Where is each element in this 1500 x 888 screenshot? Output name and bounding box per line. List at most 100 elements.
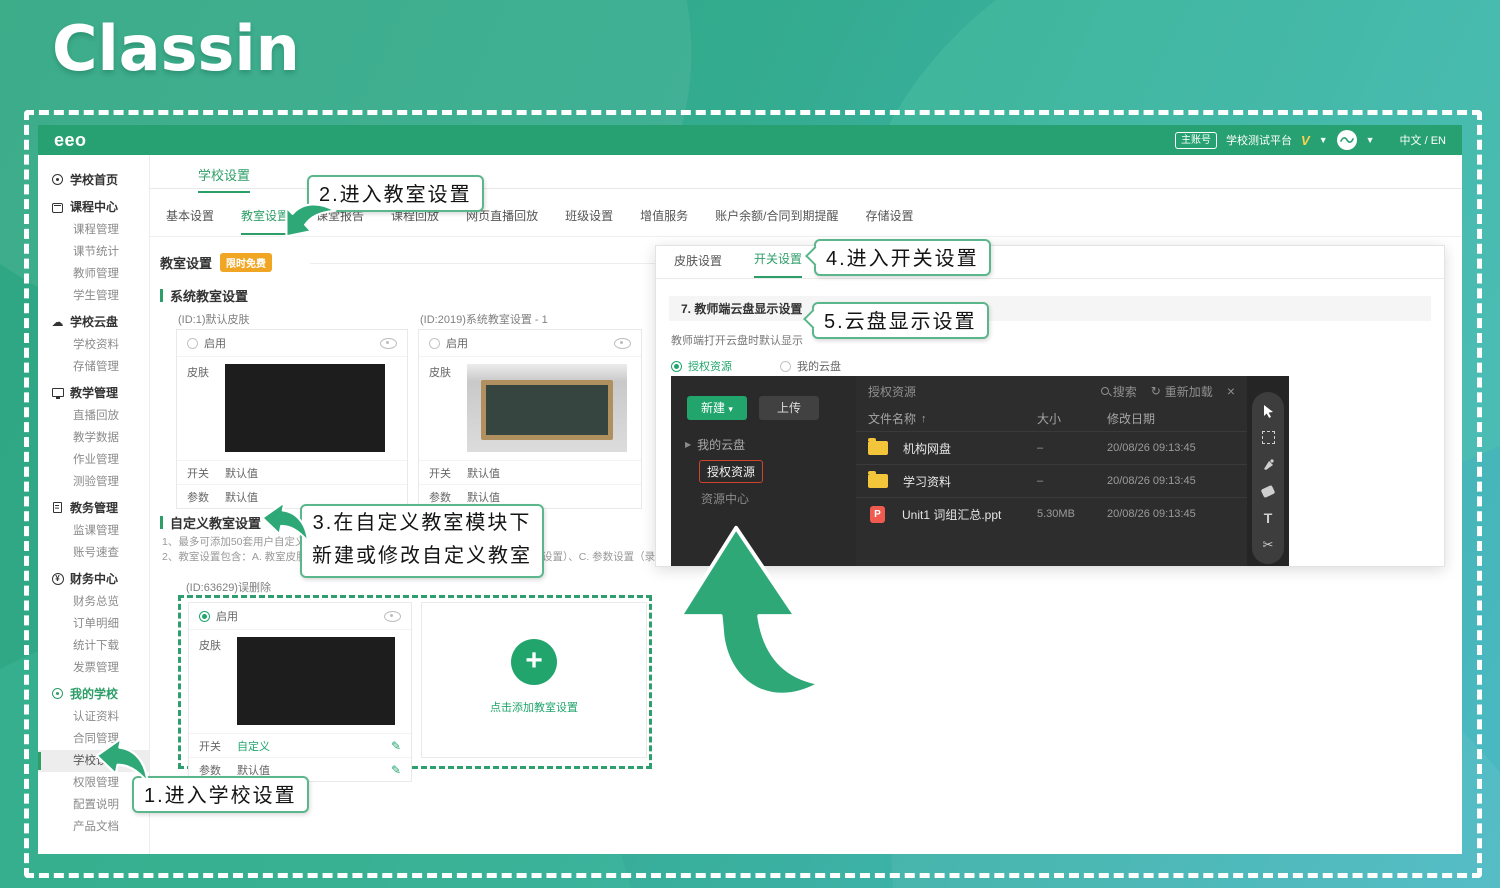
eraser-icon[interactable] bbox=[1260, 482, 1276, 500]
sidebar-group-school-cloud[interactable]: ☁ 学校云盘 bbox=[38, 309, 149, 334]
header-right: 主账号 学校测试平台 V ▼ ▼ 中文 / EN bbox=[1175, 130, 1446, 150]
sidebar-item-product-docs[interactable]: 产品文档 bbox=[38, 816, 149, 838]
sidebar-item-order-details[interactable]: 订单明细 bbox=[38, 613, 149, 635]
tab-value-added-services[interactable]: 增值服务 bbox=[640, 207, 688, 235]
chevron-down-icon[interactable]: ▼ bbox=[1319, 135, 1328, 145]
edit-pencil-icon[interactable]: ✎ bbox=[391, 763, 401, 777]
chevron-down-icon[interactable]: ▼ bbox=[1366, 135, 1375, 145]
sidebar-item-class-supervision[interactable]: 监课管理 bbox=[38, 520, 149, 542]
sidebar-item-finance-overview[interactable]: 财务总览 bbox=[38, 591, 149, 613]
cursor-icon[interactable] bbox=[1262, 402, 1275, 420]
add-classroom-card[interactable]: + 点击添加教室设置 bbox=[421, 602, 647, 758]
enable-radio-checked[interactable] bbox=[199, 610, 210, 622]
upload-button[interactable]: 上传 bbox=[759, 396, 819, 420]
tab-skin-settings[interactable]: 皮肤设置 bbox=[674, 252, 722, 278]
folder-icon bbox=[868, 471, 888, 488]
new-button[interactable]: 新建 ▾ bbox=[687, 396, 747, 420]
sidebar-item-quiz-management[interactable]: 测验管理 bbox=[38, 471, 149, 493]
school-name[interactable]: 学校测试平台 bbox=[1226, 132, 1292, 148]
sidebar-item-course-management[interactable]: 课程管理 bbox=[38, 219, 149, 241]
sidebar-item-teacher-management[interactable]: 教师管理 bbox=[38, 263, 149, 285]
switch-row: 开关 默认值 bbox=[419, 460, 641, 484]
sidebar-item-homework-management[interactable]: 作业管理 bbox=[38, 449, 149, 471]
browser-main: 授权资源 搜索 ↻ 重新加载 × 文件名称 ↑ 大小 修改日期 机构网盘 – 2… bbox=[856, 376, 1247, 566]
cloud-display-radios: 授权资源 我的云盘 bbox=[671, 358, 1444, 374]
classin-logo: Classin bbox=[52, 12, 300, 85]
calendar-icon bbox=[51, 200, 64, 213]
tree-item-authorized-resources[interactable]: 授权资源 bbox=[699, 460, 764, 483]
tab-switch-settings[interactable]: 开关设置 bbox=[754, 250, 803, 278]
sidebar-item-statistics-download[interactable]: 统计下载 bbox=[38, 635, 149, 657]
sidebar-group-teaching-management[interactable]: 教学管理 bbox=[38, 380, 149, 405]
browser-column-headers: 文件名称 ↑ 大小 修改日期 bbox=[856, 406, 1247, 431]
search-button[interactable]: 搜索 bbox=[1100, 383, 1137, 400]
sidebar-item-invoice-management[interactable]: 发票管理 bbox=[38, 657, 149, 679]
switch-row: 开关 自定义 ✎ bbox=[189, 733, 411, 757]
reload-icon: ↻ bbox=[1150, 384, 1161, 398]
radio-my-cloud[interactable]: 我的云盘 bbox=[780, 358, 841, 374]
sort-up-icon: ↑ bbox=[921, 412, 927, 425]
sidebar-group-finance-center[interactable]: ¥ 财务中心 bbox=[38, 566, 149, 591]
radio-authorized-resources[interactable]: 授权资源 bbox=[671, 358, 732, 374]
browser-panel-title: 授权资源 bbox=[868, 384, 917, 399]
file-row[interactable]: 学习资料 – 20/08/26 09:13:45 bbox=[856, 464, 1247, 497]
preview-eye-icon[interactable] bbox=[380, 337, 397, 349]
custom-note-2-cont: 设置）、C. 参数设置（录 bbox=[542, 551, 656, 563]
tutorial-canvas: Classin eeo 主账号 学校测试平台 V ▼ ▼ 中文 / EN 学校首… bbox=[0, 0, 1500, 888]
plus-icon[interactable]: + bbox=[511, 639, 557, 685]
callout-step-1: 1.进入学校设置 bbox=[132, 776, 309, 813]
sidebar-item-lesson-statistics[interactable]: 课节统计 bbox=[38, 241, 149, 263]
sidebar-item-school-home[interactable]: 学校首页 bbox=[38, 167, 149, 192]
tab-storage-settings[interactable]: 存储设置 bbox=[865, 207, 913, 235]
skin-preview-blackboard[interactable] bbox=[467, 364, 627, 452]
marquee-select-icon[interactable] bbox=[1261, 429, 1275, 447]
tree-expand-icon[interactable]: ▶ bbox=[685, 440, 691, 449]
sidebar-group-academic-management[interactable]: 教务管理 bbox=[38, 495, 149, 520]
enable-radio[interactable] bbox=[187, 337, 198, 349]
laser-pointer-icon[interactable] bbox=[1262, 456, 1275, 474]
reload-button[interactable]: ↻ 重新加载 bbox=[1151, 383, 1213, 400]
sidebar-item-account-lookup[interactable]: 账号速查 bbox=[38, 542, 149, 564]
radio-unchecked-icon bbox=[780, 360, 791, 372]
language-switch[interactable]: 中文 / EN bbox=[1400, 132, 1446, 148]
sidebar-group-my-school[interactable]: 我的学校 bbox=[38, 681, 149, 706]
switch-row: 开关 默认值 bbox=[177, 460, 407, 484]
browser-header: 授权资源 搜索 ↻ 重新加载 × bbox=[856, 376, 1247, 406]
tab-balance-contract-reminder[interactable]: 账户余额/合同到期提醒 bbox=[715, 207, 838, 235]
file-row[interactable]: 机构网盘 – 20/08/26 09:13:45 bbox=[856, 431, 1247, 464]
sidebar-item-student-management[interactable]: 学生管理 bbox=[38, 285, 149, 307]
skin-preview-black[interactable] bbox=[237, 637, 395, 725]
file-row[interactable]: P Unit1 词组汇总.ppt 5.30MB 20/08/26 09:13:45 bbox=[856, 497, 1247, 530]
tab-class-group-settings[interactable]: 班级设置 bbox=[565, 207, 613, 235]
skin-preview-black[interactable] bbox=[225, 364, 385, 452]
skin-row: 皮肤 bbox=[177, 357, 407, 460]
school-icon bbox=[51, 687, 64, 700]
tab-basic-settings[interactable]: 基本设置 bbox=[166, 207, 214, 235]
search-icon bbox=[1100, 387, 1109, 395]
edit-pencil-icon[interactable]: ✎ bbox=[391, 739, 401, 753]
preview-eye-icon[interactable] bbox=[384, 610, 401, 622]
green-bar bbox=[160, 516, 163, 529]
custom-classroom-heading: 自定义教室设置 bbox=[160, 513, 261, 532]
column-size[interactable]: 大小 bbox=[1037, 410, 1107, 427]
tree-item-resource-center[interactable]: 资源中心 bbox=[701, 490, 749, 507]
sidebar-item-teaching-data[interactable]: 教学数据 bbox=[38, 427, 149, 449]
text-tool-icon[interactable]: T bbox=[1264, 509, 1273, 527]
add-classroom-label: 点击添加教室设置 bbox=[490, 702, 578, 714]
app-header: eeo 主账号 学校测试平台 V ▼ ▼ 中文 / EN bbox=[38, 125, 1462, 155]
avatar[interactable] bbox=[1336, 130, 1357, 150]
scissors-icon[interactable]: ✂ bbox=[1263, 536, 1274, 554]
tree-item-my-cloud[interactable]: ▶ 我的云盘 bbox=[685, 436, 745, 453]
sidebar-group-course-center[interactable]: 课程中心 bbox=[38, 194, 149, 219]
sidebar-item-live-replay[interactable]: 直播回放 bbox=[38, 405, 149, 427]
close-icon[interactable]: × bbox=[1227, 383, 1235, 399]
sidebar-item-school-files[interactable]: 学校资料 bbox=[38, 334, 149, 356]
finance-icon: ¥ bbox=[51, 572, 64, 585]
sidebar-item-storage-management[interactable]: 存储管理 bbox=[38, 356, 149, 378]
column-modified-date[interactable]: 修改日期 bbox=[1107, 410, 1235, 427]
enable-radio[interactable] bbox=[429, 337, 440, 349]
sidebar-item-certification-files[interactable]: 认证资料 bbox=[38, 706, 149, 728]
column-file-name[interactable]: 文件名称 ↑ bbox=[868, 410, 1037, 427]
panel-tabs: 皮肤设置 开关设置 bbox=[656, 246, 1444, 279]
preview-eye-icon[interactable] bbox=[614, 337, 631, 349]
